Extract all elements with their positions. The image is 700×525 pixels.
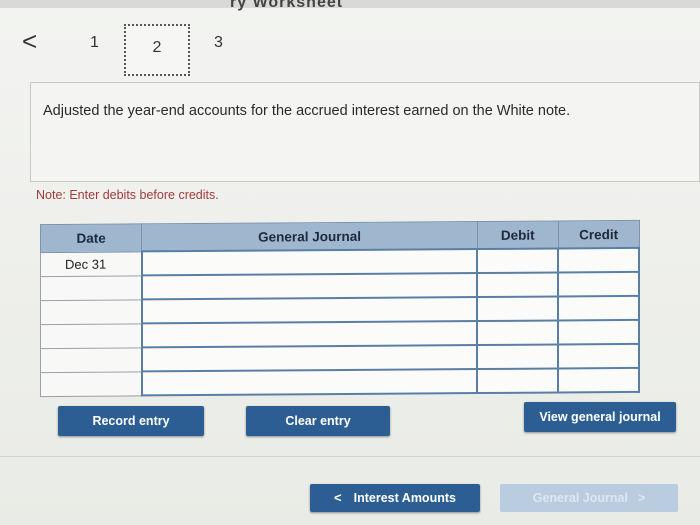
nav-tab-2[interactable]: 2 <box>124 24 190 76</box>
view-general-journal-button[interactable]: View general journal <box>524 402 676 432</box>
credit-input[interactable] <box>558 295 639 321</box>
header-title-fragment: ry Worksheet <box>230 0 344 11</box>
journal-input[interactable] <box>141 273 478 300</box>
debit-input[interactable] <box>477 272 559 298</box>
header-credit: Credit <box>558 220 639 249</box>
clear-entry-button[interactable]: Clear entry <box>246 406 390 436</box>
note-text: Note: Enter debits before credits. <box>36 188 219 202</box>
journal-table: Date General Journal Debit Credit Dec 31 <box>40 220 640 397</box>
header-strip: ry Worksheet <box>0 0 700 11</box>
journal-input[interactable] <box>141 321 478 348</box>
date-cell <box>40 299 142 325</box>
footer-divider <box>0 456 700 457</box>
journal-input[interactable] <box>141 297 478 324</box>
debit-input[interactable] <box>477 320 559 346</box>
date-cell <box>40 275 142 301</box>
page: ry Worksheet < 1 2 3 Adjusted the year-e… <box>0 0 700 525</box>
next-general-journal-button: General Journal > <box>500 484 678 512</box>
chevron-left-icon: < <box>334 490 342 505</box>
debit-input[interactable] <box>477 368 559 394</box>
prev-interest-amounts-button[interactable]: < Interest Amounts <box>310 484 480 512</box>
date-cell <box>40 371 142 397</box>
credit-input[interactable] <box>558 367 639 393</box>
prev-button-label: Interest Amounts <box>353 491 456 505</box>
question-nav: < 1 2 3 <box>18 22 318 78</box>
table-row <box>40 367 639 397</box>
date-cell <box>40 323 142 349</box>
credit-input[interactable] <box>558 247 639 273</box>
journal-input[interactable] <box>141 249 478 276</box>
header-date: Date <box>40 223 142 253</box>
journal-input[interactable] <box>141 369 478 396</box>
header-debit: Debit <box>477 220 559 250</box>
date-cell: Dec 31 <box>40 251 142 277</box>
question-box: Adjusted the year-end accounts for the a… <box>30 82 700 182</box>
header-general-journal: General Journal <box>141 221 478 252</box>
date-cell <box>40 347 142 373</box>
record-entry-button[interactable]: Record entry <box>58 406 204 436</box>
debit-input[interactable] <box>477 248 559 274</box>
credit-input[interactable] <box>558 319 639 345</box>
debit-input[interactable] <box>477 296 559 322</box>
journal-input[interactable] <box>141 345 478 372</box>
next-button-label: General Journal <box>532 491 628 505</box>
question-text: Adjusted the year-end accounts for the a… <box>43 103 571 119</box>
credit-input[interactable] <box>558 271 639 297</box>
nav-tab-3[interactable]: 3 <box>214 34 223 52</box>
chevron-left-icon[interactable]: < <box>22 28 37 54</box>
chevron-right-icon: > <box>637 491 646 505</box>
nav-tab-1[interactable]: 1 <box>90 34 99 52</box>
debit-input[interactable] <box>477 344 559 370</box>
journal-header-row: Date General Journal Debit Credit <box>40 220 639 253</box>
credit-input[interactable] <box>558 343 639 369</box>
